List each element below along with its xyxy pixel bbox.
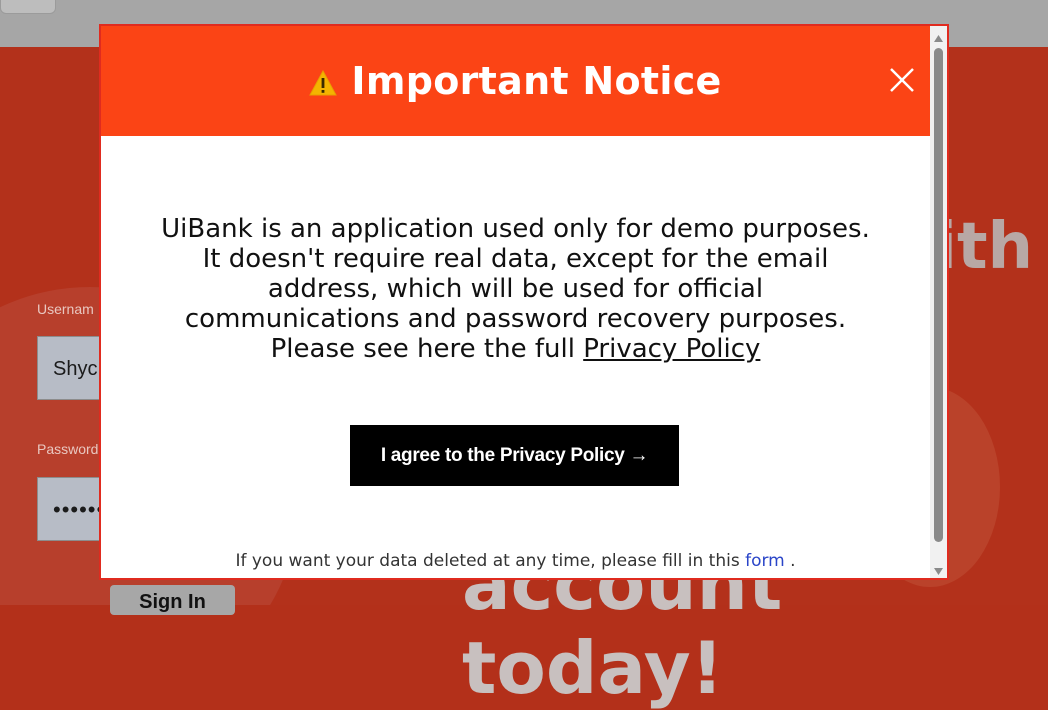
- agree-privacy-policy-button[interactable]: I agree to the Privacy Policy →: [350, 425, 679, 486]
- close-icon[interactable]: [889, 67, 915, 93]
- notice-last-prefix: Please see here the full: [270, 334, 584, 364]
- password-input[interactable]: ••••••: [37, 477, 107, 541]
- notice-line: communications and password recovery pur…: [184, 304, 847, 334]
- hero-heading-fragment: ith: [935, 210, 1034, 284]
- footer-prefix: If you want your data deleted at any tim…: [235, 551, 746, 571]
- scroll-down-arrow-icon[interactable]: [933, 564, 944, 575]
- data-deletion-note: If you want your data deleted at any tim…: [101, 551, 930, 571]
- top-tab: [0, 0, 56, 14]
- modal-title: Important Notice: [351, 59, 722, 103]
- notice-line: It doesn't require real data, except for…: [202, 244, 829, 274]
- scrollbar-thumb[interactable]: [934, 48, 943, 542]
- notice-line: Please see here the full Privacy Policy: [101, 334, 930, 364]
- modal-scrollbar[interactable]: [930, 26, 947, 578]
- username-input[interactable]: Shyc: [37, 336, 107, 400]
- modal-header: Important Notice: [101, 26, 930, 136]
- privacy-policy-link[interactable]: Privacy Policy: [583, 334, 760, 364]
- username-label: Usernam: [37, 301, 94, 317]
- scroll-up-arrow-icon[interactable]: [933, 31, 944, 42]
- important-notice-modal: Important Notice UiBank is an applicatio…: [99, 24, 949, 580]
- footer-suffix: .: [784, 551, 796, 571]
- sign-in-button[interactable]: Sign In: [110, 585, 235, 615]
- notice-line: address, which will be used for official: [267, 274, 764, 304]
- warning-icon: [309, 69, 338, 96]
- password-label: Password: [37, 441, 99, 457]
- deletion-form-link[interactable]: form: [745, 551, 785, 571]
- notice-text: UiBank is an application used only for d…: [101, 214, 930, 364]
- notice-line: UiBank is an application used only for d…: [161, 214, 870, 244]
